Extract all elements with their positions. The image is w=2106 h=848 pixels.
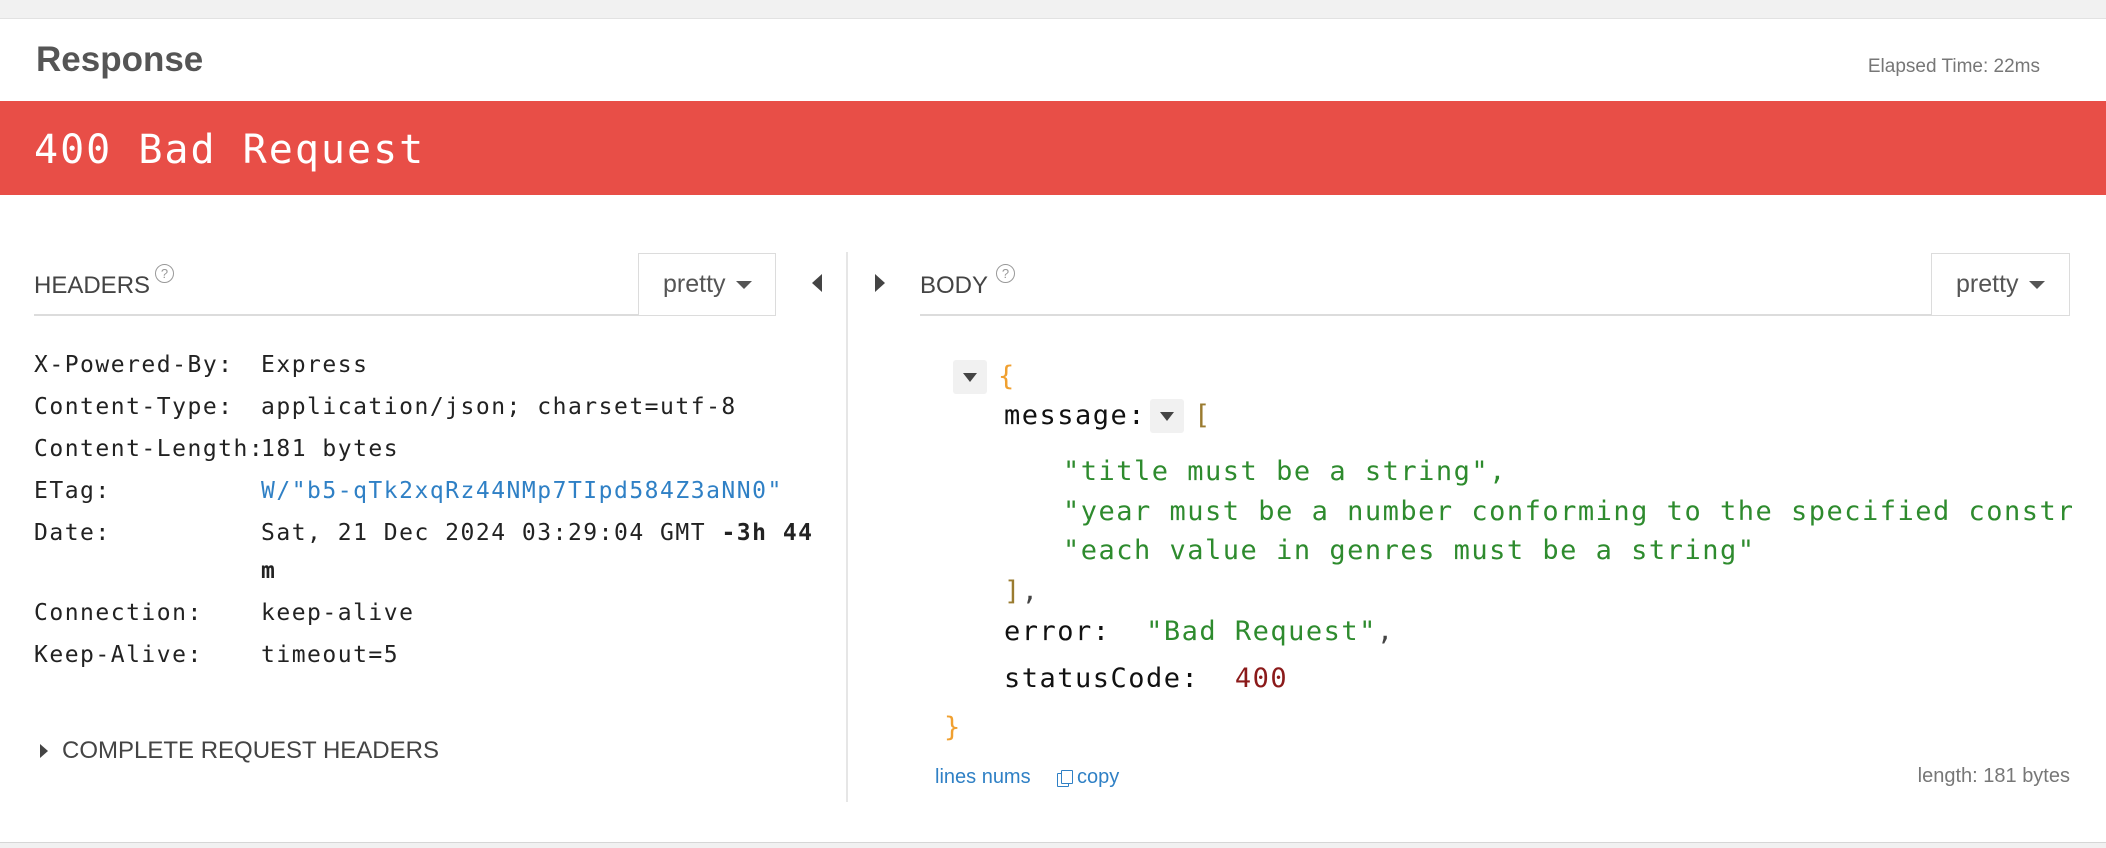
elapsed-time: Elapsed Time: 22ms bbox=[1867, 56, 2040, 77]
response-title: Response bbox=[36, 40, 204, 79]
status-bar: 400 Bad Request bbox=[0, 101, 2106, 195]
lines-nums-link[interactable]: lines nums bbox=[935, 766, 1031, 789]
array-collapse-toggle[interactable] bbox=[1150, 399, 1184, 433]
header-name: Connection: bbox=[34, 600, 203, 626]
expand-right-icon[interactable] bbox=[875, 274, 885, 292]
header-name: ETag: bbox=[34, 478, 111, 504]
lines-nums-label: lines nums bbox=[935, 766, 1031, 788]
json-string-item: "year must be a number conforming to the… bbox=[1063, 496, 2072, 527]
json-open-brace: { bbox=[998, 361, 1016, 392]
body-help-icon[interactable]: ? bbox=[996, 264, 1015, 283]
message-array-items: "title must be a string", "year must be … bbox=[1060, 450, 2072, 580]
header-value-wrap: m bbox=[261, 558, 276, 584]
json-error-line: error: "Bad Request", bbox=[1004, 616, 1395, 647]
complete-request-headers-label: COMPLETE REQUEST HEADERS bbox=[62, 737, 439, 764]
header-name: Content-Length: bbox=[34, 436, 265, 462]
json-key-message: message: bbox=[1004, 400, 1147, 431]
header-name: Content-Type: bbox=[34, 394, 234, 420]
copy-button[interactable]: copy bbox=[1057, 766, 1119, 789]
body-rule bbox=[920, 314, 2070, 316]
json-string-item: "title must be a string", bbox=[1063, 456, 1507, 487]
chevron-right-icon bbox=[40, 744, 48, 758]
json-open-bracket: [ bbox=[1194, 400, 1212, 431]
headers-format-label: pretty bbox=[663, 270, 726, 298]
date-relative-wrap: m bbox=[261, 558, 277, 584]
header-value: Express bbox=[261, 352, 369, 378]
header-value: application/json; charset=utf-8 bbox=[261, 394, 737, 420]
chevron-down-icon bbox=[2028, 280, 2045, 289]
copy-label: copy bbox=[1077, 766, 1120, 788]
json-status-value: 400 bbox=[1234, 663, 1289, 694]
header-name: X-Powered-By: bbox=[34, 352, 234, 378]
headers-help-icon[interactable]: ? bbox=[155, 264, 174, 283]
json-error-value: "Bad Request" bbox=[1146, 616, 1377, 647]
body-format-dropdown[interactable]: pretty bbox=[1931, 253, 2070, 315]
copy-icon bbox=[1057, 769, 1073, 787]
date-value: Sat, 21 Dec 2024 03:29:04 GMT bbox=[261, 520, 707, 546]
header-value: timeout=5 bbox=[261, 642, 400, 668]
body-title: BODY bbox=[920, 272, 989, 299]
header-value: 181 bytes bbox=[261, 436, 400, 462]
body-length: length: 181 bytes bbox=[1917, 765, 2070, 787]
json-key-statuscode: statusCode: bbox=[1004, 663, 1200, 694]
panel-divider bbox=[846, 252, 848, 802]
etag-link[interactable]: W/"b5-qTk2xqRz44NMp7TIpd584Z3aNN0" bbox=[261, 478, 783, 504]
body-format-label: pretty bbox=[1956, 270, 2019, 298]
complete-request-headers-toggle[interactable]: COMPLETE REQUEST HEADERS bbox=[40, 737, 439, 765]
json-key-error: error: bbox=[1004, 616, 1111, 647]
header-name: Keep-Alive: bbox=[34, 642, 203, 668]
collapse-left-icon[interactable] bbox=[812, 274, 822, 292]
chevron-down-icon bbox=[735, 280, 752, 289]
json-close-bracket: ], bbox=[1004, 576, 1040, 607]
object-collapse-toggle[interactable] bbox=[953, 360, 987, 394]
status-text: 400 Bad Request bbox=[34, 127, 426, 173]
headers-title: HEADERS bbox=[34, 272, 151, 299]
json-close-brace: } bbox=[944, 712, 962, 743]
headers-format-dropdown[interactable]: pretty bbox=[638, 253, 776, 315]
header-name: Date: bbox=[34, 520, 111, 546]
json-string-item: "each value in genres must be a string" bbox=[1063, 535, 1756, 566]
header-value: Sat, 21 Dec 2024 03:29:04 GMT -3h 44 bbox=[261, 520, 814, 546]
header-value: keep-alive bbox=[261, 600, 415, 626]
json-status-line: statusCode: 400 bbox=[1004, 663, 1288, 694]
date-relative: -3h 44 bbox=[721, 520, 814, 546]
